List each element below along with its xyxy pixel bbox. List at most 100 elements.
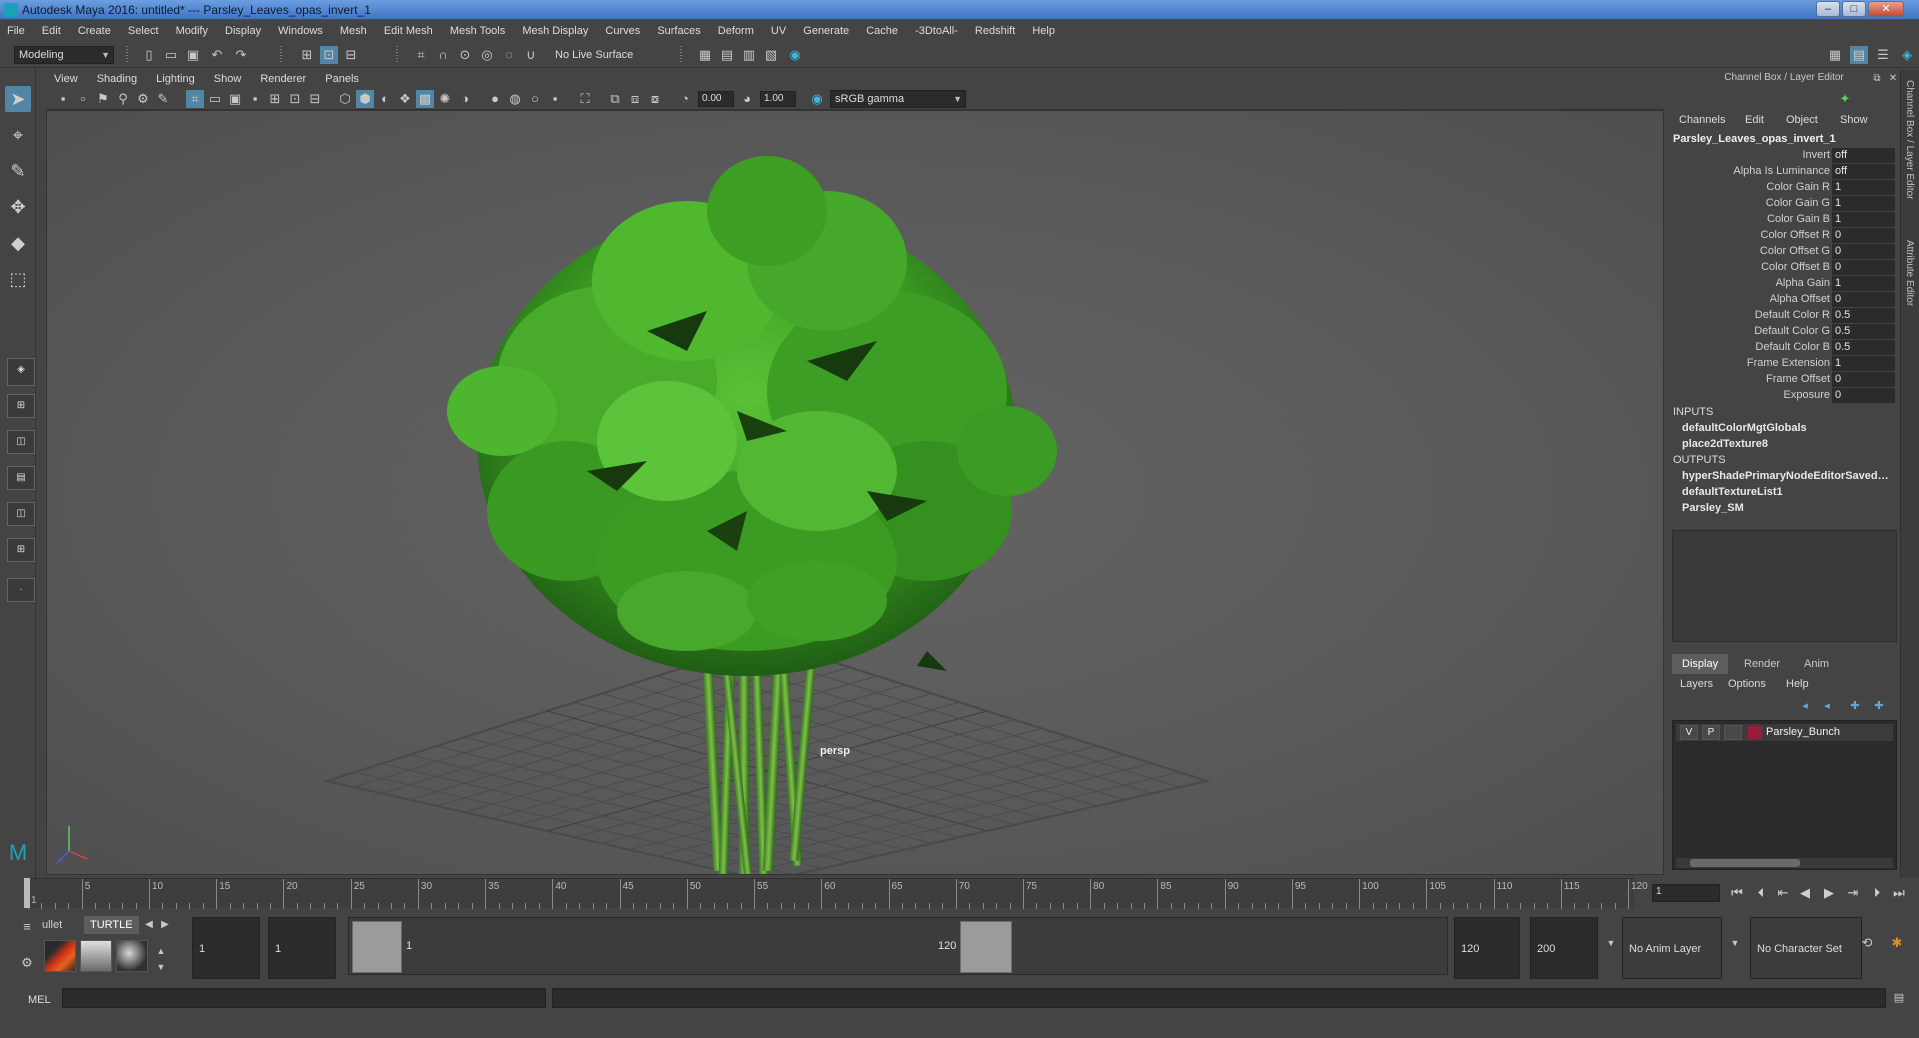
channel-label[interactable]: Default Color R [1670, 309, 1830, 321]
isolate-select-icon[interactable]: ⛶ [576, 90, 594, 108]
channel-value-field[interactable]: 0.5 [1832, 340, 1895, 355]
grid-toggle-icon[interactable]: ⌗ [186, 90, 204, 108]
turtle-sphere-icon[interactable] [116, 940, 148, 972]
depth-of-field-icon[interactable]: ▪ [546, 90, 564, 108]
new-scene-icon[interactable]: ▯ [140, 46, 158, 64]
channel-label[interactable]: Color Offset R [1670, 229, 1831, 241]
menu-curves[interactable]: Curves [598, 20, 647, 42]
film-gate-icon[interactable]: ▭ [206, 90, 224, 108]
xray-icon[interactable]: ❖ [396, 90, 414, 108]
maximize-button[interactable]: □ [1842, 1, 1866, 17]
chevron-down-icon[interactable]: ▼ [1726, 934, 1744, 952]
xray-active-icon[interactable]: ⧈ [626, 90, 644, 108]
wireframe-on-shaded-icon[interactable]: ◐ [376, 90, 394, 108]
lasso-tool-icon[interactable]: ⌖ [5, 122, 31, 148]
ipr-render-icon[interactable]: ▥ [740, 46, 758, 64]
menu-windows[interactable]: Windows [271, 20, 330, 42]
open-scene-icon[interactable]: ▭ [162, 46, 180, 64]
menu-file[interactable]: File [0, 20, 32, 42]
script-editor-icon[interactable]: ▤ [1890, 989, 1908, 1007]
resolution-gate-icon[interactable]: ▣ [226, 90, 244, 108]
range-end-handle[interactable] [960, 921, 1012, 973]
menu-help[interactable]: Help [1025, 20, 1062, 42]
two-d-pan-icon[interactable]: ⚙ [134, 90, 152, 108]
animation-preferences-icon[interactable]: ✱ [1888, 934, 1906, 952]
layers-icon[interactable]: ◈ [1898, 46, 1916, 64]
lighting-icon[interactable]: ✺ [436, 90, 454, 108]
backface-culling-icon[interactable]: ⧇ [646, 90, 664, 108]
selected-node-name[interactable]: Parsley_Leaves_opas_invert_1 [1673, 133, 1836, 145]
camera-icon[interactable]: ▪ [54, 90, 72, 108]
panel-menu-renderer[interactable]: Renderer [252, 70, 314, 88]
go-to-start-icon[interactable]: ⏮ [1726, 884, 1748, 902]
redo-icon[interactable]: ↷ [232, 46, 250, 64]
channel-label[interactable]: Alpha Gain [1670, 277, 1830, 289]
live-surface-field[interactable]: No Live Surface [550, 46, 650, 64]
bookmark-icon[interactable]: ⚑ [94, 90, 112, 108]
play-backwards-icon[interactable]: ◀ [1794, 884, 1816, 902]
layer-tab-anim[interactable]: Anim [1794, 654, 1839, 674]
outliner-layout-icon[interactable]: ▤ [7, 466, 35, 490]
channel-label[interactable]: Default Color G [1670, 325, 1830, 337]
channel-label[interactable]: Color Gain G [1670, 197, 1830, 209]
minimize-button[interactable]: – [1816, 1, 1840, 17]
menu-redshift[interactable]: Redshift [968, 20, 1022, 42]
magnet-icon[interactable]: ∪ [522, 46, 540, 64]
channel-box-menu-object[interactable]: Object [1786, 114, 1818, 126]
panel-menu-lighting[interactable]: Lighting [148, 70, 203, 88]
motion-blur-icon[interactable]: ◍ [506, 90, 524, 108]
exposure-field[interactable]: 0.00 [698, 91, 734, 107]
move-tool-icon[interactable]: ✥ [5, 194, 31, 220]
channel-value-field[interactable]: 0 [1832, 388, 1895, 403]
menu-edit[interactable]: Edit [35, 20, 68, 42]
step-back-key-icon[interactable]: ⇤ [1772, 884, 1794, 902]
move-layer-up-icon[interactable]: ◂ [1796, 697, 1814, 715]
select-hierarchy-icon[interactable]: ⊞ [298, 46, 316, 64]
smooth-shade-icon[interactable]: ⬢ [356, 90, 374, 108]
camera-attributes-icon[interactable]: ▫ [74, 90, 92, 108]
workspace-icon[interactable]: ▦ [1826, 46, 1844, 64]
undo-icon[interactable]: ↶ [208, 46, 226, 64]
rotate-tool-icon[interactable]: ◆ [5, 230, 31, 256]
step-back-frame-icon[interactable]: ⏴ [1750, 884, 1772, 902]
channel-value-field[interactable]: 0 [1832, 292, 1895, 307]
layer-name[interactable]: Parsley_Bunch [1766, 726, 1840, 738]
textured-icon[interactable]: ▩ [416, 90, 434, 108]
gamma-icon[interactable]: ◕ [738, 90, 756, 108]
channel-box-toggle-icon[interactable]: ▤ [1850, 46, 1868, 64]
two-view-layout-icon[interactable]: ◫ [7, 430, 35, 454]
layer-display-type-toggle[interactable] [1724, 725, 1742, 740]
view-transform-selector[interactable]: sRGB gamma ▼ [830, 90, 966, 108]
step-forward-key-icon[interactable]: ⇥ [1842, 884, 1864, 902]
menu-mesh-display[interactable]: Mesh Display [515, 20, 595, 42]
gamma-field[interactable]: 1.00 [760, 91, 796, 107]
range-start-handle[interactable] [352, 921, 402, 973]
channel-box-menu-channels[interactable]: Channels [1679, 114, 1725, 126]
current-time-marker[interactable] [24, 878, 30, 908]
channel-value-field[interactable]: 0.5 [1832, 308, 1895, 323]
exposure-icon[interactable]: ◔ [676, 90, 694, 108]
layer-color-swatch[interactable] [1748, 726, 1762, 739]
gate-mask-icon[interactable]: ▪ [246, 90, 264, 108]
snap-point-icon[interactable]: ⊙ [456, 46, 474, 64]
render-frame-icon[interactable]: ▤ [718, 46, 736, 64]
layer-menu-help[interactable]: Help [1786, 678, 1809, 690]
layer-tab-display[interactable]: Display [1672, 654, 1729, 674]
range-slider-track[interactable] [348, 917, 1448, 975]
command-language-toggle[interactable]: MEL [28, 994, 51, 1006]
wireframe-icon[interactable]: ⬡ [336, 90, 354, 108]
grease-pencil-icon[interactable]: ✎ [154, 90, 172, 108]
channel-value-field[interactable]: 0 [1832, 372, 1895, 387]
scrollbar-thumb[interactable] [1690, 859, 1800, 867]
menu-uv[interactable]: UV [764, 20, 793, 42]
input-node-item[interactable]: defaultColorMgtGlobals [1682, 422, 1894, 434]
step-forward-frame-icon[interactable]: ⏵ [1866, 884, 1888, 902]
safe-title-icon[interactable]: ⊟ [306, 90, 324, 108]
shelf-menu-icon[interactable]: ≡ [18, 918, 36, 936]
animation-start-field[interactable]: 1 [192, 917, 260, 979]
xray-joints-icon[interactable]: ⧉ [606, 90, 624, 108]
layer-playback-toggle[interactable]: P [1702, 725, 1720, 740]
safe-action-icon[interactable]: ⊡ [286, 90, 304, 108]
menu-surfaces[interactable]: Surfaces [650, 20, 707, 42]
snap-live-icon[interactable]: ◌ [500, 46, 518, 64]
